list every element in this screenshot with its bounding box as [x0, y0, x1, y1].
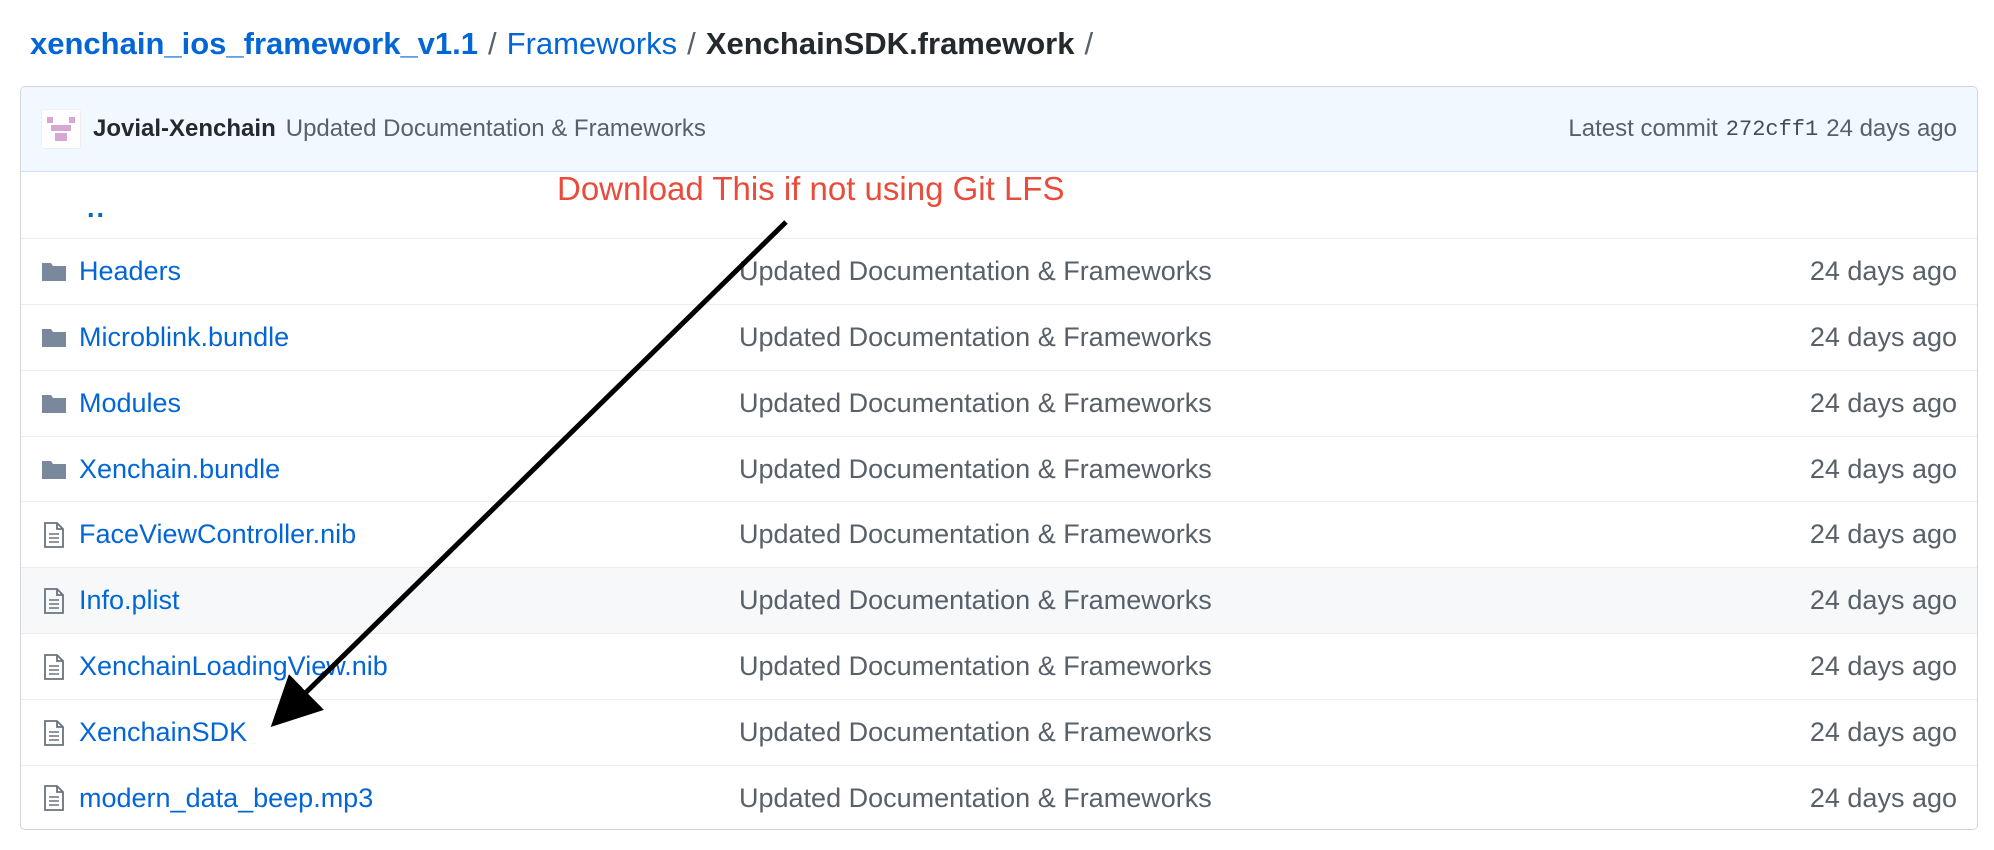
folder-icon [41, 456, 67, 482]
file-name-link[interactable]: Modules [79, 388, 739, 419]
commit-message-link[interactable]: Updated Documentation & Frameworks [739, 717, 1212, 748]
commit-message-link[interactable]: Updated Documentation & Frameworks [739, 388, 1212, 419]
breadcrumb-frameworks-link[interactable]: Frameworks [507, 26, 678, 61]
file-name-link[interactable]: FaceViewController.nib [79, 519, 739, 550]
file-icon [41, 587, 67, 614]
commit-age: 24 days ago [1809, 717, 1957, 748]
file-icon [41, 653, 67, 680]
table-row[interactable]: Xenchain.bundle Updated Documentation & F… [21, 435, 1977, 502]
file-name-link[interactable]: XenchainSDK [79, 717, 739, 748]
file-name-link[interactable]: Headers [79, 256, 739, 287]
file-name-link[interactable]: Microblink.bundle [79, 322, 739, 353]
commit-age: 24 days ago [1809, 321, 1957, 352]
parent-directory-link[interactable]: .. [87, 193, 106, 224]
table-row[interactable]: modern_data_beep.mp3 Updated Documentatio… [21, 765, 1977, 829]
commit-message-link[interactable]: Updated Documentation & Frameworks [739, 651, 1212, 682]
commit-message-link[interactable]: Updated Documentation & Frameworks [739, 585, 1212, 616]
commit-message-link[interactable]: Updated Documentation & Frameworks [739, 322, 1212, 353]
folder-icon [41, 258, 67, 284]
commit-age: 24 days ago [1809, 453, 1957, 484]
annotation-text: Download This if not using Git LFS [557, 170, 1065, 207]
latest-commit-label: Latest commit [1568, 115, 1718, 142]
file-icon [41, 719, 67, 746]
commit-age: 24 days ago [1809, 585, 1957, 616]
commit-author-link[interactable]: Jovial-Xenchain [93, 115, 276, 143]
folder-icon [41, 324, 67, 350]
commit-age: 24 days ago [1826, 115, 1957, 142]
file-icon [41, 785, 67, 812]
commit-message-link[interactable]: Updated Documentation & Frameworks [739, 783, 1212, 814]
commit-age: 24 days ago [1809, 782, 1957, 813]
file-name-link[interactable]: Xenchain.bundle [79, 454, 739, 485]
breadcrumb-separator: / [687, 26, 696, 61]
commit-sha-link[interactable]: 272cff1 [1726, 117, 1818, 142]
table-row[interactable]: XenchainLoadingView.nib Updated Documenta… [21, 633, 1977, 699]
breadcrumb-repo-link[interactable]: xenchain_ios_framework_v1.1 [30, 26, 478, 61]
table-row[interactable]: XenchainSDK Updated Documentation & Frame… [21, 699, 1977, 765]
breadcrumb-separator: / [488, 26, 497, 61]
commit-message-link[interactable]: Updated Documentation & Frameworks [739, 256, 1212, 287]
breadcrumb-current: XenchainSDK.framework [705, 26, 1075, 61]
table-row[interactable]: Microblink.bundle Updated Documentation &… [21, 303, 1977, 370]
commit-age: 24 days ago [1809, 255, 1957, 286]
file-name-link[interactable]: Info.plist [79, 585, 739, 616]
table-row[interactable]: Modules Updated Documentation & Framework… [21, 369, 1977, 436]
file-icon [41, 521, 67, 548]
file-name-link[interactable]: modern_data_beep.mp3 [79, 783, 739, 814]
commit-age: 24 days ago [1809, 651, 1957, 682]
breadcrumb-separator: / [1084, 26, 1094, 61]
latest-commit-info: Latest commit 272cff1 24 days ago [1568, 87, 1957, 171]
latest-commit-bar: Jovial-Xenchain Updated Documentation & … [21, 87, 1977, 172]
commit-message-link[interactable]: Updated Documentation & Frameworks [286, 115, 706, 143]
commit-age: 24 days ago [1809, 519, 1957, 550]
file-name-link[interactable]: XenchainLoadingView.nib [79, 651, 739, 682]
folder-icon [41, 390, 67, 416]
table-row[interactable]: Headers Updated Documentation & Framework… [21, 237, 1977, 304]
table-row[interactable]: Info.plist Updated Documentation & Framew… [21, 567, 1977, 634]
breadcrumb: xenchain_ios_framework_v1.1 / Frameworks / X… [30, 22, 1103, 66]
avatar[interactable] [41, 109, 81, 149]
table-row[interactable]: FaceViewController.nib Updated Documentat… [21, 501, 1977, 567]
commit-message-link[interactable]: Updated Documentation & Frameworks [739, 519, 1212, 550]
commit-age: 24 days ago [1809, 387, 1957, 418]
commit-message-link[interactable]: Updated Documentation & Frameworks [739, 454, 1212, 485]
